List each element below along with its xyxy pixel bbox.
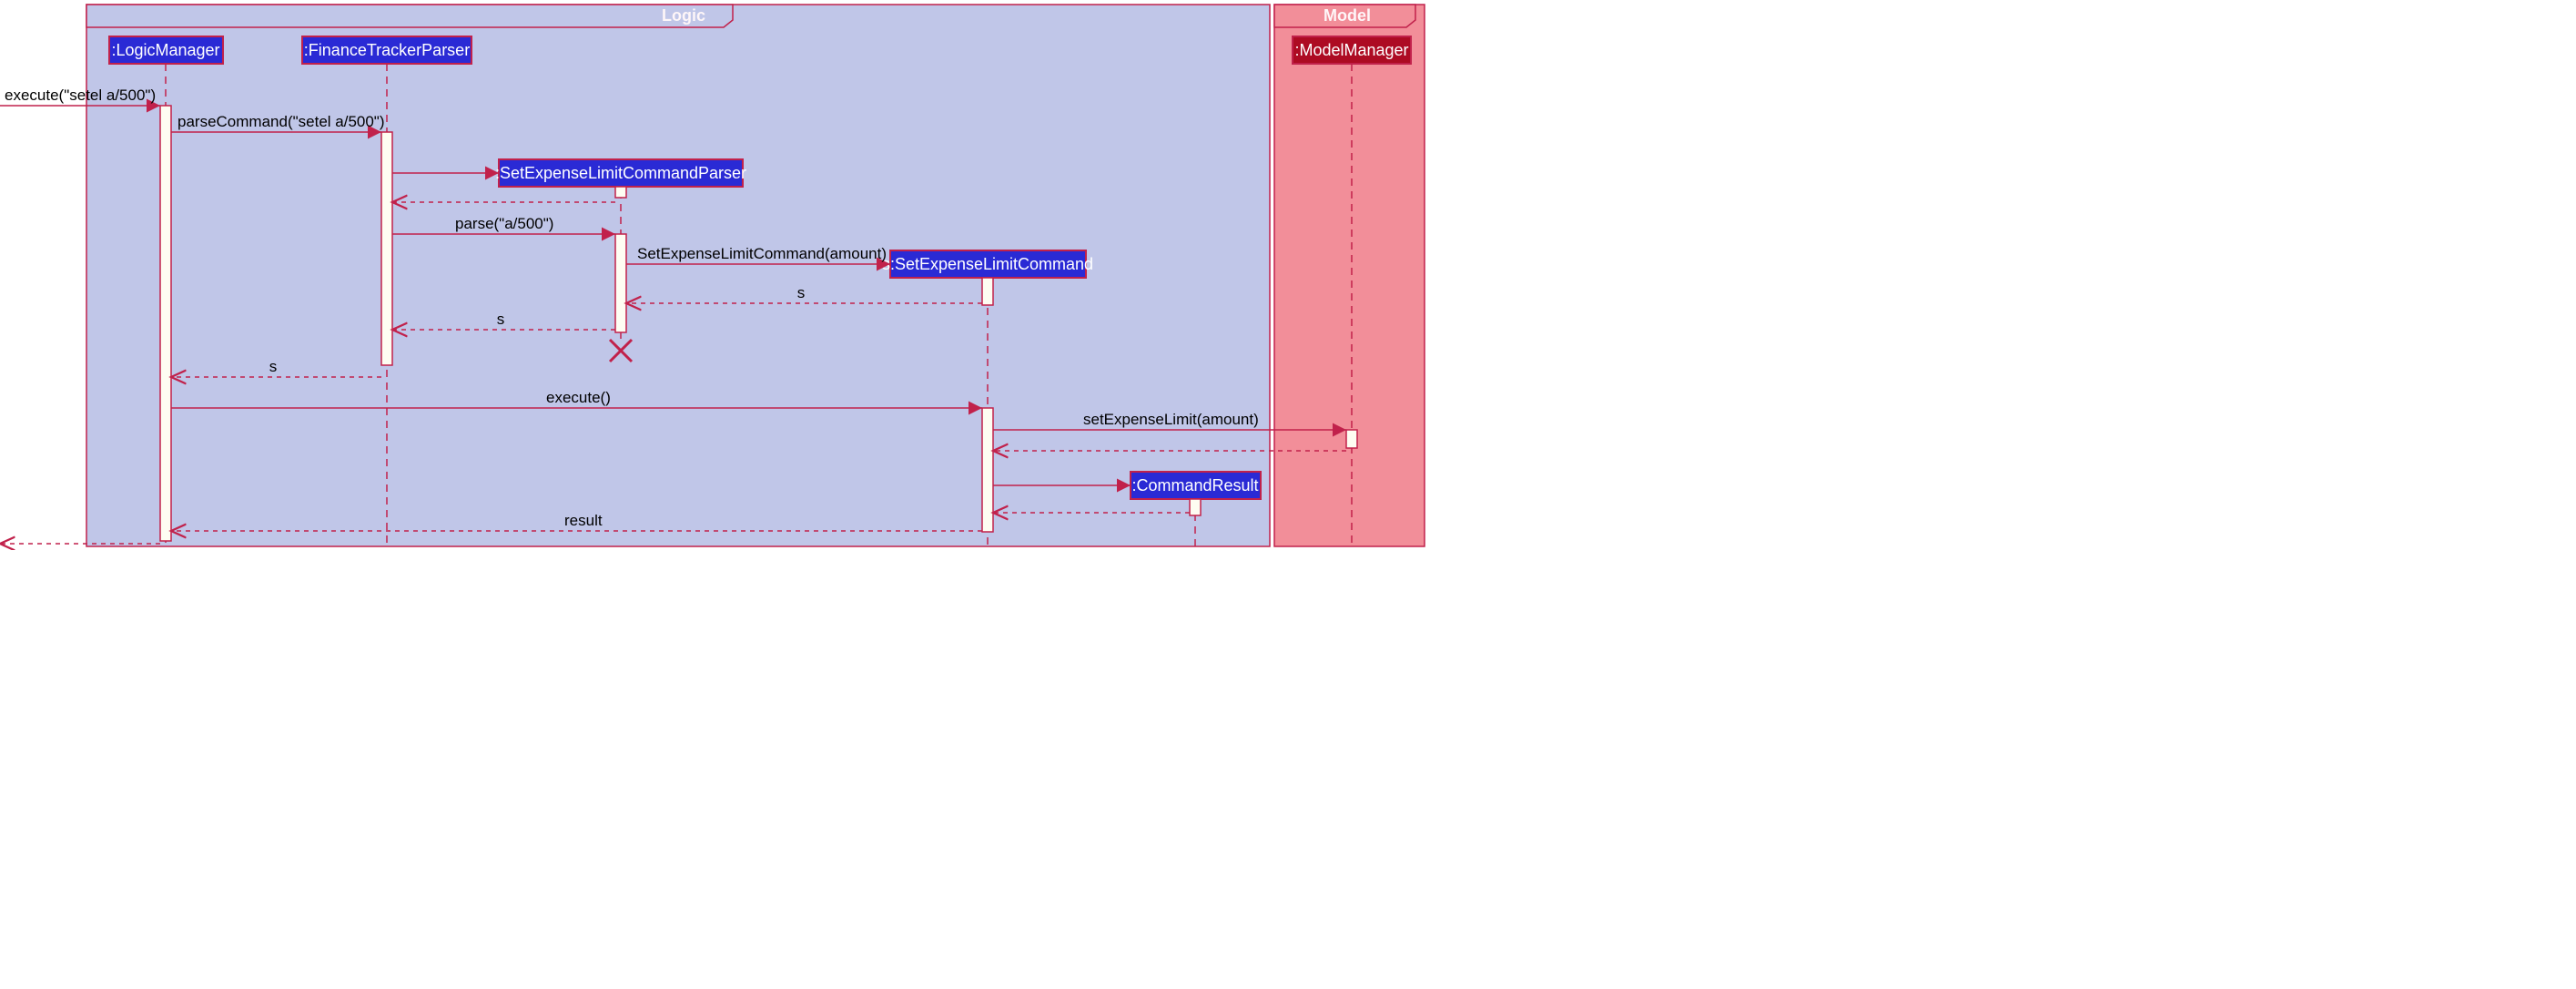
msg-m9: setExpenseLimit(amount) [1083,411,1259,428]
msg-m2: parseCommand("setel a/500") [177,113,385,130]
svg-text::ModelManager: :ModelManager [1294,41,1408,59]
activation-parser-create [615,187,626,198]
msg-m10: result [564,512,603,529]
activation-command-execute [982,408,993,532]
msg-m7: s [269,358,278,375]
msg-m6: s [497,311,505,328]
svg-text::SetExpenseLimitCommandParser: :SetExpenseLimitCommandParser [495,164,746,182]
msg-m1: execute("setel a/500") [5,87,156,104]
svg-text::LogicManager: :LogicManager [111,41,219,59]
frame-model [1274,5,1425,546]
svg-text:s:SetExpenseLimitCommand: s:SetExpenseLimitCommand [882,255,1093,273]
msg-m4: SetExpenseLimitCommand(amount) [637,245,887,262]
msg-m8: execute() [546,389,611,406]
svg-text::CommandResult: :CommandResult [1131,476,1258,494]
svg-text::FinanceTrackerParser: :FinanceTrackerParser [304,41,470,59]
sequence-diagram: Logic Model :LogicManager :FinanceTracke… [0,0,1431,550]
frame-logic-title: Logic [662,6,705,25]
msg-m5: s [797,284,806,301]
activation-parser-parse [615,234,626,332]
frame-logic-header [86,5,733,27]
activation-command-create [982,278,993,305]
activation-model-manager [1346,430,1357,448]
activation-command-result [1190,499,1201,515]
activation-logic-manager [160,106,171,541]
frame-logic [86,5,1270,546]
msg-m3: parse("a/500") [455,215,553,232]
activation-finance-tracker-parser [381,132,392,365]
frame-model-title: Model [1323,6,1371,25]
